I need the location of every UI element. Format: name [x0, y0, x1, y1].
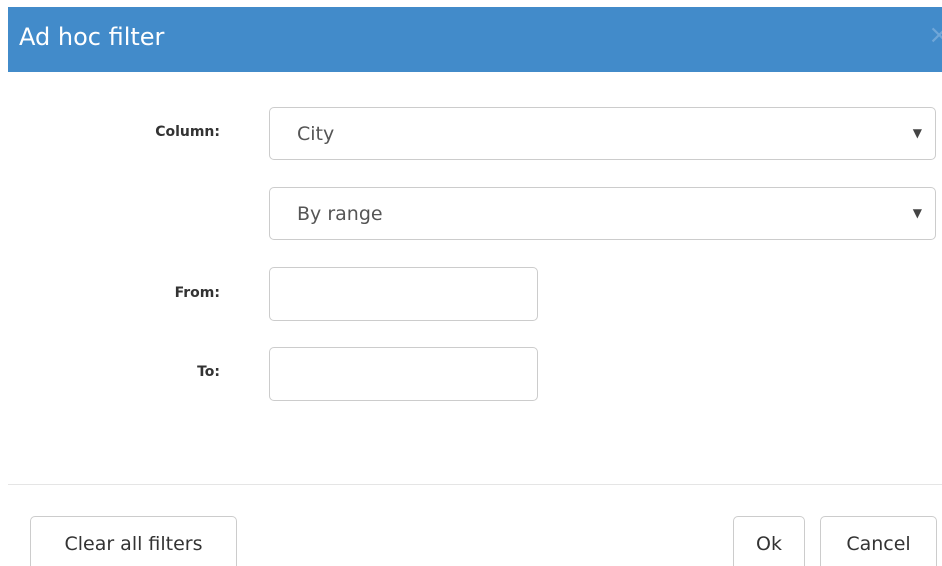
chevron-down-icon: ▼ — [912, 126, 922, 140]
dialog-title: Ad hoc filter — [19, 23, 165, 51]
ad-hoc-filter-dialog: Ad hoc filter × Column: City ▼ By range … — [0, 0, 942, 566]
column-select[interactable]: City ▼ — [269, 107, 936, 160]
clear-all-filters-button[interactable]: Clear all filters — [30, 516, 237, 566]
footer-divider — [8, 484, 942, 485]
filter-type-select-value: By range — [297, 203, 383, 225]
column-select-value: City — [297, 123, 335, 145]
ok-button[interactable]: Ok — [733, 516, 805, 566]
cancel-button[interactable]: Cancel — [820, 516, 937, 566]
filter-type-select[interactable]: By range ▼ — [269, 187, 936, 240]
column-label: Column: — [155, 124, 220, 140]
from-label: From: — [174, 285, 220, 301]
chevron-down-icon: ▼ — [912, 206, 922, 220]
from-input[interactable] — [269, 267, 538, 321]
to-label: To: — [197, 364, 220, 380]
dialog-header: Ad hoc filter × — [8, 7, 942, 72]
to-input[interactable] — [269, 347, 538, 401]
close-icon[interactable]: × — [928, 22, 942, 48]
